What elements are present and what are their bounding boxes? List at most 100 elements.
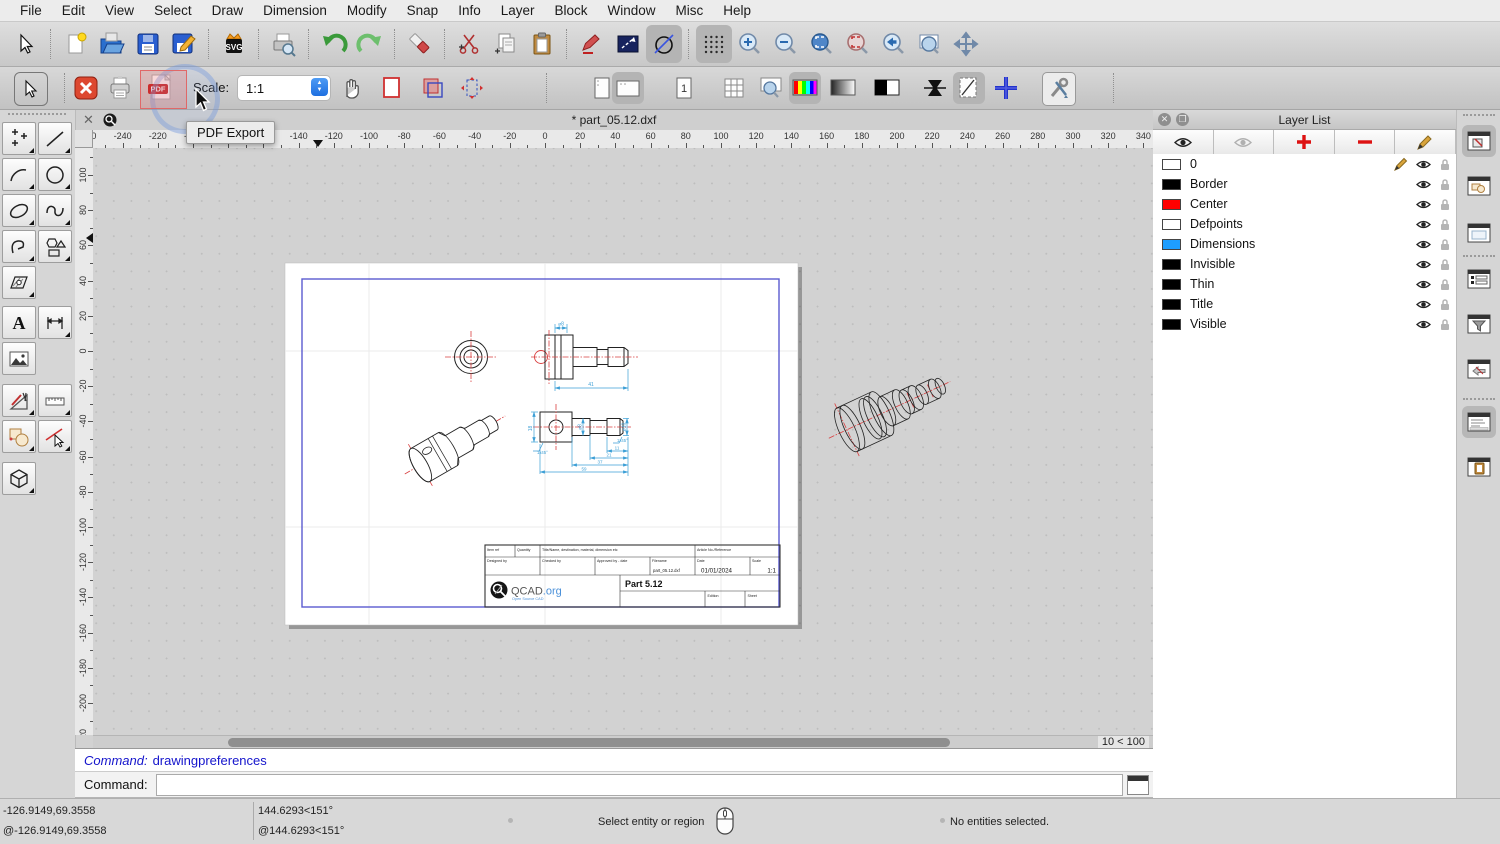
circle-tools-button[interactable]	[38, 158, 72, 191]
pan-button[interactable]	[948, 25, 984, 63]
open-file-button[interactable]	[94, 25, 130, 63]
layer-lock-icon[interactable]	[1434, 238, 1456, 251]
panel-float-icon[interactable]: ❐	[1176, 113, 1189, 126]
stepper-arrows[interactable]: ▲ ▼	[311, 78, 328, 96]
zoom-to-page-button[interactable]	[755, 72, 787, 104]
modify-tools-button[interactable]	[2, 420, 36, 453]
zoom-window-button[interactable]	[912, 25, 948, 63]
add-layer-button[interactable]	[1274, 130, 1335, 154]
selection-filter-panel-button[interactable]	[1462, 308, 1496, 340]
layer-list-panel-button[interactable]	[1462, 125, 1496, 157]
selection-pointer-button[interactable]	[8, 25, 44, 63]
point-tools-button[interactable]	[2, 122, 36, 155]
property-pencil-button[interactable]	[574, 25, 610, 63]
hairline-mode-button[interactable]	[919, 72, 951, 104]
undo-button[interactable]	[316, 25, 352, 63]
paper-borders-button[interactable]	[376, 72, 408, 104]
layer-lock-icon[interactable]	[1434, 178, 1456, 191]
menu-item-help[interactable]: Help	[713, 3, 761, 18]
copy-with-reference-button[interactable]	[488, 25, 524, 63]
layer-row-0[interactable]: 0	[1153, 154, 1456, 174]
view-list-panel-button[interactable]	[1462, 217, 1496, 249]
hide-all-layers-button[interactable]	[1213, 130, 1275, 154]
menu-item-misc[interactable]: Misc	[666, 3, 714, 18]
zoom-auto-button[interactable]	[804, 25, 840, 63]
layer-visibility-icon[interactable]	[1412, 259, 1434, 270]
menu-item-modify[interactable]: Modify	[337, 3, 397, 18]
misc-draw-tools-button[interactable]	[2, 384, 36, 417]
text-tool-button[interactable]: A	[2, 306, 36, 339]
menu-item-draw[interactable]: Draw	[202, 3, 254, 18]
layer-lock-icon[interactable]	[1434, 158, 1456, 171]
library-browser-panel-button[interactable]	[1462, 353, 1496, 385]
layer-row-title[interactable]: Title	[1153, 294, 1456, 314]
layer-lock-icon[interactable]	[1434, 258, 1456, 271]
grid-toggle-button[interactable]	[696, 25, 732, 63]
zoom-previous-button[interactable]	[876, 25, 912, 63]
save-button[interactable]	[130, 25, 166, 63]
select-tools-button[interactable]	[38, 420, 72, 453]
palette-drag-handle[interactable]	[8, 113, 66, 115]
line-tools-button[interactable]	[38, 122, 72, 155]
new-document-button[interactable]	[58, 25, 94, 63]
landscape-button[interactable]	[612, 72, 644, 104]
remove-layer-button[interactable]	[1334, 130, 1396, 154]
layer-visibility-icon[interactable]	[1412, 199, 1434, 210]
scrollbar-thumb[interactable]	[228, 738, 950, 747]
menu-item-dimension[interactable]: Dimension	[253, 3, 337, 18]
zoom-in-button[interactable]	[732, 25, 768, 63]
single-page-button[interactable]: 1	[668, 72, 700, 104]
save-as-button[interactable]	[166, 25, 202, 63]
black-white-button[interactable]	[871, 72, 903, 104]
zoom-selection-button[interactable]	[840, 25, 876, 63]
polyline-tools-button[interactable]	[2, 230, 36, 263]
clipboard-panel-button[interactable]	[1462, 451, 1496, 483]
layer-row-border[interactable]: Border	[1153, 174, 1456, 194]
draft-mode-button[interactable]	[953, 72, 985, 104]
zoom-out-button[interactable]	[768, 25, 804, 63]
hatch-tool-button[interactable]	[2, 266, 36, 299]
menu-item-file[interactable]: File	[10, 3, 52, 18]
layer-lock-icon[interactable]	[1434, 198, 1456, 211]
image-tool-button[interactable]	[2, 342, 36, 375]
menu-item-select[interactable]: Select	[144, 3, 202, 18]
cut-with-reference-button[interactable]	[452, 25, 488, 63]
close-print-preview-button[interactable]	[70, 72, 102, 104]
dimension-tools-button[interactable]	[38, 306, 72, 339]
layer-row-thin[interactable]: Thin	[1153, 274, 1456, 294]
panel-close-icon[interactable]: ✕	[1158, 113, 1171, 126]
arc-tools-button[interactable]	[2, 158, 36, 191]
tab-close-icon[interactable]: ✕	[83, 112, 94, 128]
command-panel-toggle-button[interactable]	[1127, 774, 1149, 795]
layer-visibility-icon[interactable]	[1412, 159, 1434, 170]
strip-drag-handle[interactable]	[1463, 114, 1495, 116]
draw-order-button[interactable]	[646, 25, 682, 63]
layer-lock-icon[interactable]	[1434, 218, 1456, 231]
redo-button[interactable]	[352, 25, 388, 63]
crosshair-button[interactable]	[990, 72, 1022, 104]
block-list-panel-button[interactable]	[1462, 170, 1496, 202]
layer-visibility-icon[interactable]	[1412, 279, 1434, 290]
paste-button[interactable]	[524, 25, 560, 63]
scale-combobox[interactable]: 1:1 ▲ ▼	[237, 75, 331, 101]
layer-row-invisible[interactable]: Invisible	[1153, 254, 1456, 274]
menu-item-view[interactable]: View	[95, 3, 144, 18]
layer-visibility-icon[interactable]	[1412, 219, 1434, 230]
layer-row-defpoints[interactable]: Defpoints	[1153, 214, 1456, 234]
layer-row-visible[interactable]: Visible	[1153, 314, 1456, 334]
layer-lock-icon[interactable]	[1434, 298, 1456, 311]
solid-3d-tools-button[interactable]	[2, 462, 36, 495]
layer-lock-icon[interactable]	[1434, 278, 1456, 291]
full-color-button[interactable]	[789, 72, 821, 104]
menu-item-window[interactable]: Window	[598, 3, 666, 18]
delete-eraser-button[interactable]	[402, 25, 438, 63]
layer-row-dimensions[interactable]: Dimensions	[1153, 234, 1456, 254]
edit-layer-button[interactable]	[1395, 130, 1456, 154]
svg-export-button[interactable]: SVG	[216, 25, 252, 63]
measure-tools-button[interactable]	[38, 384, 72, 417]
layer-visibility-icon[interactable]	[1412, 179, 1434, 190]
print-preview-button[interactable]	[266, 25, 302, 63]
grayscale-button[interactable]	[827, 72, 859, 104]
scale-tool-button[interactable]	[610, 25, 646, 63]
menu-item-info[interactable]: Info	[448, 3, 491, 18]
